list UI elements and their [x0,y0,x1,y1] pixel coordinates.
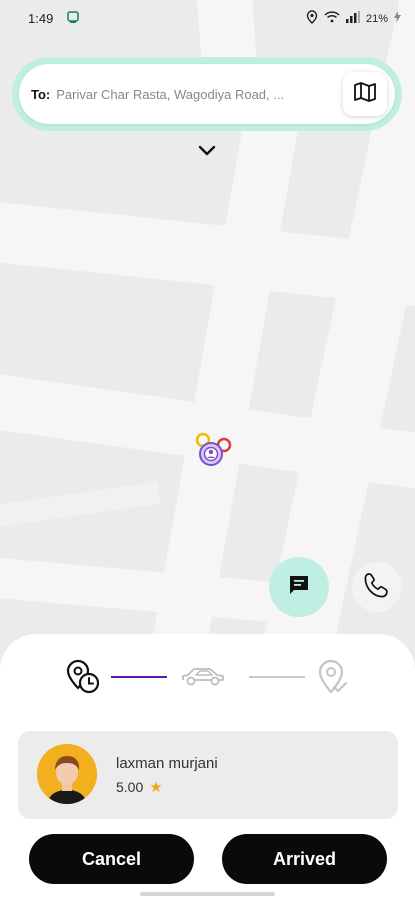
app-notification-icon [66,10,80,27]
ride-progress [0,656,415,700]
status-bar: 1:49 21% [0,0,415,36]
avatar [37,744,97,804]
status-icons: 21% [306,10,401,27]
wifi-icon [324,11,340,26]
home-indicator[interactable] [140,892,275,896]
location-status-icon [306,10,318,27]
battery-level: 21% [365,12,388,25]
pickup-time-icon [64,658,102,701]
driver-card[interactable]: laxman murjani 5.00 ★ [18,731,398,819]
star-icon: ★ [149,779,163,796]
signal-icon [345,11,360,26]
destination-prefix: To: [31,86,51,102]
driver-name: laxman murjani [116,755,218,772]
location-marker-icon [193,432,235,477]
rating-value: 5.00 [116,779,144,795]
map-button[interactable] [343,72,387,116]
driver-rating: 5.00 ★ [116,778,163,796]
call-button[interactable] [352,562,402,612]
status-time: 1:49 [28,11,54,26]
destination-pin-icon [316,658,350,703]
cancel-button[interactable]: Cancel [29,834,194,884]
phone-icon [363,571,391,604]
destination-bar: To: Parivar Char Rasta, Wagodiya Road, .… [12,57,402,131]
arrived-button[interactable]: Arrived [222,834,387,884]
map-icon [353,81,377,108]
progress-line-active [111,676,167,678]
progress-line-inactive [249,676,305,678]
destination-field[interactable]: To: Parivar Char Rasta, Wagodiya Road, .… [19,64,395,124]
destination-address[interactable]: Parivar Char Rasta, Wagodiya Road, ... [56,87,318,102]
bottom-sheet: laxman murjani 5.00 ★ Cancel Arrived [0,634,415,900]
map-road [0,481,161,531]
chat-button[interactable] [269,557,329,617]
car-icon [179,664,227,693]
charging-icon [394,11,401,26]
map-road [0,555,302,625]
chat-icon [287,573,311,602]
chevron-down-icon[interactable] [197,144,217,163]
